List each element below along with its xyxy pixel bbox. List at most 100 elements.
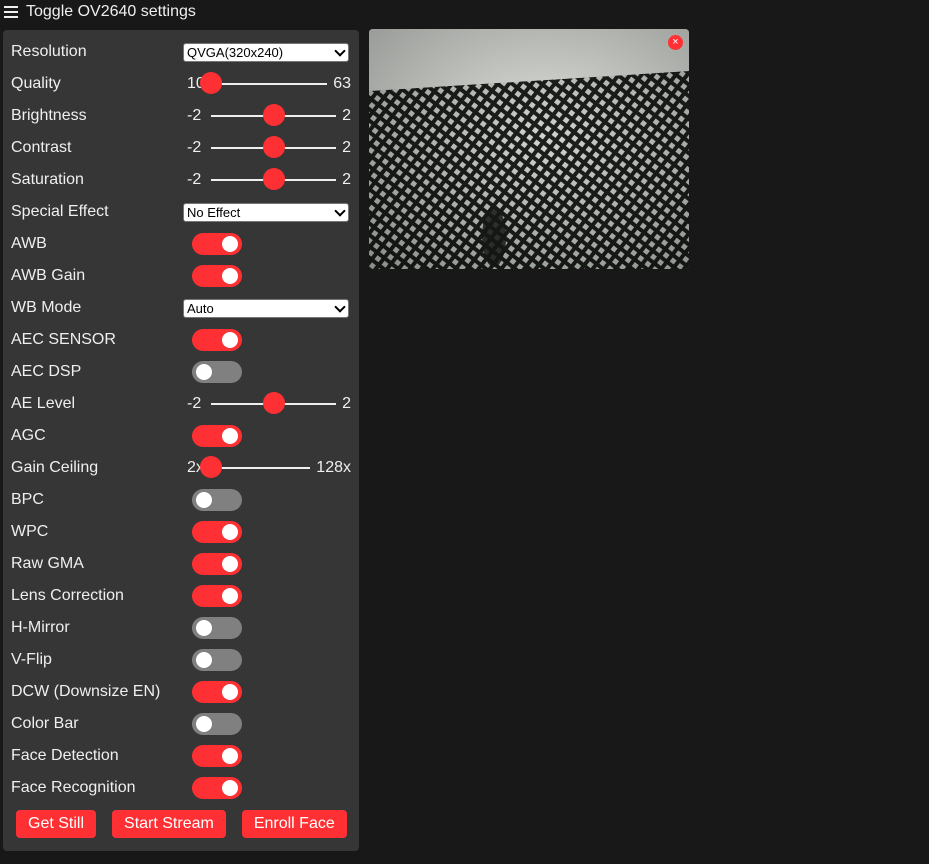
wb-mode-select[interactable]: Auto (183, 298, 349, 318)
quality-max: 63 (333, 75, 351, 92)
awb-gain-toggle[interactable] (192, 265, 242, 287)
aec-sensor-toggle[interactable] (192, 329, 242, 351)
slider-track[interactable] (200, 456, 311, 478)
brightness-slider[interactable]: -2 2 (183, 104, 351, 126)
slider-track[interactable] (211, 136, 337, 158)
contrast-slider[interactable]: -2 2 (183, 136, 351, 158)
slider-thumb[interactable] (262, 168, 285, 190)
saturation-row: Saturation -2 2 (11, 164, 351, 196)
slider-thumb[interactable] (200, 72, 222, 94)
wpc-toggle[interactable] (192, 521, 242, 543)
gain-ceiling-row: Gain Ceiling 2x 128x (11, 452, 351, 484)
get-still-button[interactable]: Get Still (16, 810, 97, 838)
brightness-max: 2 (342, 107, 351, 124)
resolution-label: Resolution (11, 43, 87, 60)
slider-thumb[interactable] (262, 392, 285, 414)
slider-thumb[interactable] (262, 136, 285, 158)
toggle-knob (196, 492, 212, 508)
resolution-value: QVGA(320x240) (187, 44, 284, 60)
chevron-down-icon (334, 204, 346, 217)
face-recognition-toggle[interactable] (192, 777, 242, 799)
toggle-knob (222, 236, 238, 252)
gain-ceiling-max: 128x (316, 459, 351, 476)
ae-level-slider[interactable]: -2 2 (183, 392, 351, 414)
settings-panel: Resolution QVGA(320x240) Quality 10 63 B… (3, 30, 359, 851)
bpc-toggle[interactable] (192, 489, 242, 511)
gain-ceiling-slider[interactable]: 2x 128x (183, 456, 351, 478)
toggle-knob (222, 780, 238, 796)
chevron-down-icon (334, 300, 346, 313)
toggle-knob (196, 620, 212, 636)
slider-track[interactable] (211, 168, 337, 190)
enroll-face-button[interactable]: Enroll Face (241, 810, 347, 838)
action-buttons: Get Still Start Stream Enroll Face (16, 810, 347, 838)
wpc-row: WPC (11, 516, 351, 548)
toggle-knob (222, 332, 238, 348)
contrast-min: -2 (187, 139, 202, 156)
bpc-label: BPC (11, 491, 44, 508)
color-bar-row: Color Bar (11, 708, 351, 740)
dcw-toggle[interactable] (192, 681, 242, 703)
toggle-knob (222, 748, 238, 764)
saturation-min: -2 (187, 171, 202, 188)
aec-dsp-toggle[interactable] (192, 361, 242, 383)
wpc-label: WPC (11, 523, 49, 540)
toggle-knob (196, 652, 212, 668)
toggle-knob (222, 588, 238, 604)
aec-dsp-row: AEC DSP (11, 356, 351, 388)
aec-dsp-label: AEC DSP (11, 363, 82, 380)
start-stream-button[interactable]: Start Stream (112, 810, 226, 838)
face-detection-toggle[interactable] (192, 745, 242, 767)
slider-thumb[interactable] (262, 104, 285, 126)
lens-correction-row: Lens Correction (11, 580, 351, 612)
slider-thumb[interactable] (200, 456, 222, 478)
resolution-row: Resolution QVGA(320x240) (11, 36, 351, 68)
wb-mode-label: WB Mode (11, 299, 82, 316)
brightness-min: -2 (187, 107, 202, 124)
contrast-label: Contrast (11, 139, 72, 156)
hamburger-icon[interactable] (4, 3, 18, 21)
face-detection-row: Face Detection (11, 740, 351, 772)
toggle-knob (196, 716, 212, 732)
color-bar-toggle[interactable] (192, 713, 242, 735)
resolution-select[interactable]: QVGA(320x240) (183, 42, 349, 62)
saturation-label: Saturation (11, 171, 84, 188)
dcw-row: DCW (Downsize EN) (11, 676, 351, 708)
color-bar-label: Color Bar (11, 715, 79, 732)
awb-gain-label: AWB Gain (11, 267, 86, 284)
slider-track[interactable] (211, 104, 337, 126)
awb-toggle[interactable] (192, 233, 242, 255)
awb-label: AWB (11, 235, 47, 252)
slider-track[interactable] (211, 392, 337, 414)
awb-gain-row: AWB Gain (11, 260, 351, 292)
aec-sensor-label: AEC SENSOR (11, 331, 116, 348)
toggle-knob (222, 524, 238, 540)
quality-slider[interactable]: 10 63 (183, 72, 351, 94)
face-detection-label: Face Detection (11, 747, 119, 764)
contrast-max: 2 (342, 139, 351, 156)
raw-gma-label: Raw GMA (11, 555, 84, 572)
special-effect-select[interactable]: No Effect (183, 202, 349, 222)
v-flip-toggle[interactable] (192, 649, 242, 671)
ae-level-row: AE Level -2 2 (11, 388, 351, 420)
camera-stream-view: × (369, 29, 689, 269)
saturation-max: 2 (342, 171, 351, 188)
agc-label: AGC (11, 427, 46, 444)
settings-toggle-bar[interactable]: Toggle OV2640 settings (0, 0, 196, 24)
face-recognition-row: Face Recognition (11, 772, 351, 804)
settings-title[interactable]: Toggle OV2640 settings (26, 3, 196, 21)
toggle-knob (222, 428, 238, 444)
slider-track[interactable] (200, 72, 328, 94)
h-mirror-toggle[interactable] (192, 617, 242, 639)
h-mirror-label: H-Mirror (11, 619, 70, 636)
agc-toggle[interactable] (192, 425, 242, 447)
dcw-label: DCW (Downsize EN) (11, 683, 161, 700)
wb-mode-row: WB Mode Auto (11, 292, 351, 324)
close-stream-button[interactable]: × (668, 35, 683, 50)
agc-row: AGC (11, 420, 351, 452)
v-flip-row: V-Flip (11, 644, 351, 676)
saturation-slider[interactable]: -2 2 (183, 168, 351, 190)
lens-correction-toggle[interactable] (192, 585, 242, 607)
quality-label: Quality (11, 75, 61, 92)
raw-gma-toggle[interactable] (192, 553, 242, 575)
